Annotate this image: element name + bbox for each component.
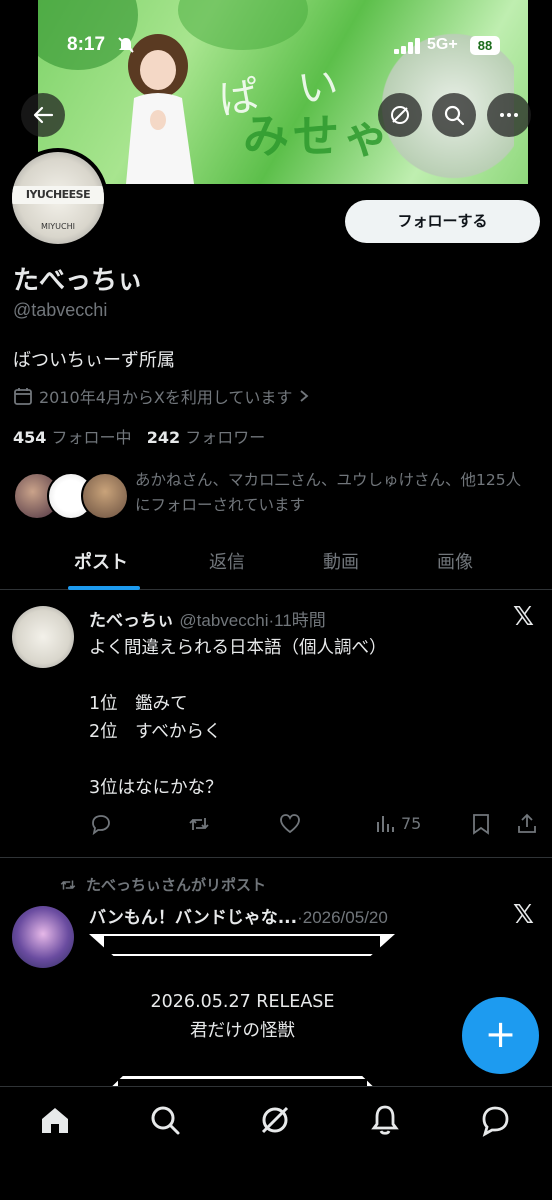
views-count: 75 — [401, 813, 422, 833]
post-time: ·2026/05/20 — [297, 908, 388, 927]
x-logo-icon: 𝕏 — [513, 900, 534, 930]
followers-link[interactable]: 242 フォロワー — [147, 428, 266, 447]
avatar-subtext: MIYUCHI — [41, 222, 75, 231]
following-link[interactable]: 454 フォロー中 — [13, 428, 132, 447]
post-actions: 75 — [89, 812, 544, 842]
compose-post-button[interactable]: + — [462, 997, 539, 1074]
post-line: よく間違えられる日本語（個人調べ） — [89, 638, 387, 658]
profile-tabs: ポスト 返信 動画 画像 — [0, 538, 552, 590]
tab-replies[interactable]: 返信 — [209, 548, 245, 574]
network-label: 5G+ — [427, 36, 458, 53]
post-author-handle[interactable]: @tabvecchi — [179, 611, 268, 630]
post-line: 1位 鑑みて — [89, 694, 188, 714]
followers-label: フォロワー — [185, 428, 266, 447]
followed-by-text[interactable]: あかねさん、マカロ二さん、ユウしゅけさん、他125人にフォローされています — [135, 468, 535, 518]
share-button[interactable] — [515, 812, 539, 836]
grok-icon[interactable] — [258, 1103, 292, 1137]
post-line: 2位 すべからく — [89, 722, 222, 742]
like-button[interactable] — [278, 812, 302, 836]
calendar-icon — [14, 388, 32, 405]
follower-avatar — [81, 472, 129, 520]
post-author-avatar[interactable] — [12, 906, 74, 968]
following-label: フォロー中 — [51, 428, 132, 447]
reply-button[interactable] — [89, 812, 113, 836]
status-bar: 8:17 5G+ 88 — [0, 30, 552, 62]
profile-name: たべっちぃ — [13, 266, 144, 296]
post-time: ·11時間 — [268, 611, 326, 630]
tab-videos[interactable]: 動画 — [323, 548, 359, 574]
follow-button[interactable]: フォローする — [345, 200, 540, 243]
back-button[interactable] — [21, 93, 65, 137]
post-line: 3位はなにかな？ — [89, 778, 223, 798]
home-icon[interactable] — [38, 1103, 72, 1137]
messages-icon[interactable] — [478, 1103, 512, 1137]
post-divider — [0, 857, 552, 858]
post-image-bar-inner — [104, 936, 380, 954]
views-button[interactable]: 75 — [375, 812, 421, 834]
post-author-name[interactable]: たべっちぃ — [89, 611, 174, 631]
joined-text: 2010年4月からXを利用しています — [39, 388, 293, 407]
followers-count: 242 — [146, 428, 181, 447]
profile-avatar[interactable]: IYUCHEESE MIYUCHI — [8, 148, 108, 248]
release-title-line: 君だけの怪獣 — [190, 1021, 295, 1041]
avatar-image: IYUCHEESE MIYUCHI — [12, 152, 104, 244]
avatar-text: IYUCHEESE — [12, 186, 104, 204]
arrow-left-icon — [33, 106, 54, 124]
grok-icon — [391, 106, 409, 124]
post-text[interactable]: よく間違えられる日本語（個人調べ） 1位 鑑みて 2位 すべからく 3位はなにか… — [89, 634, 387, 802]
battery-indicator: 88 — [470, 36, 500, 55]
post-line-blank — [89, 662, 387, 690]
post-line-blank — [89, 746, 387, 774]
search-icon[interactable] — [148, 1103, 182, 1137]
x-logo-icon: 𝕏 — [513, 602, 534, 632]
chevron-right-icon — [300, 390, 309, 402]
tab-images[interactable]: 画像 — [437, 548, 473, 574]
silent-mode-icon — [117, 36, 135, 58]
follow-stats: 454 フォロー中 242 フォロワー — [13, 424, 265, 448]
joined-date[interactable]: 2010年4月からXを利用しています — [13, 384, 310, 408]
repost-indicator[interactable]: たべっちぃさんがリポスト — [58, 874, 266, 895]
release-date-line: 2026.05.27 RELEASE — [150, 992, 335, 1012]
notifications-icon[interactable] — [368, 1103, 402, 1137]
profile-bio: ばついちぃーず所属 — [13, 350, 175, 371]
reply-icon — [92, 815, 110, 836]
repost-button[interactable] — [187, 812, 211, 836]
grok-button[interactable] — [378, 93, 422, 137]
following-count: 454 — [13, 428, 47, 447]
post-header: たべっちぃ @tabvecchi·11時間 — [89, 606, 326, 631]
bookmark-button[interactable] — [470, 812, 492, 836]
repost-label: たべっちぃさんがリポスト — [86, 876, 267, 894]
profile-handle: @tabvecchi — [13, 300, 108, 320]
repost-icon — [189, 818, 209, 830]
banner-image: ぱ い みせゃう — [38, 0, 528, 184]
more-button[interactable] — [487, 93, 531, 137]
bottom-navigation — [0, 1086, 552, 1200]
heart-icon — [280, 814, 300, 834]
bookmark-icon — [473, 814, 489, 835]
status-time: 8:17 — [67, 34, 106, 55]
tab-posts[interactable]: ポスト — [74, 548, 128, 574]
signal-icon — [394, 38, 420, 54]
repost-icon — [60, 880, 76, 889]
views-icon — [377, 816, 394, 832]
post-author-avatar[interactable] — [12, 606, 74, 668]
post-release-text[interactable]: 2026.05.27 RELEASE 君だけの怪獣 — [0, 988, 485, 1046]
search-icon — [444, 105, 465, 126]
followed-by-avatars[interactable] — [13, 472, 129, 522]
search-button[interactable] — [432, 93, 476, 137]
share-icon — [518, 813, 536, 833]
active-tab-indicator — [68, 586, 140, 590]
more-horizontal-icon — [500, 113, 518, 117]
post-author-name[interactable]: バンもん！バンドじゃな... — [89, 908, 297, 928]
post-header: バンもん！バンドじゃな...·2026/05/20 — [89, 903, 388, 928]
